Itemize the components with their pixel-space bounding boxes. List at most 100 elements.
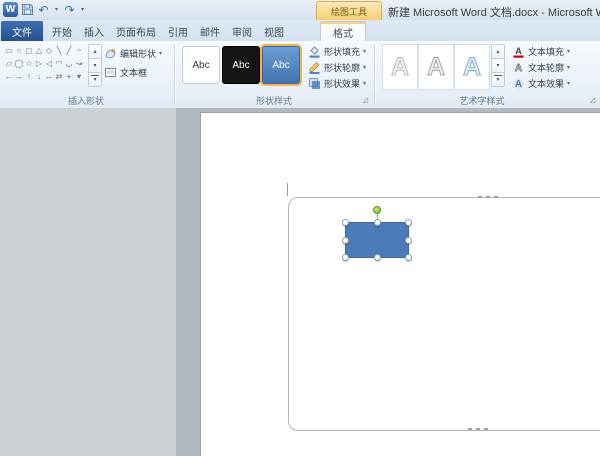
tab-references[interactable]: 引用 [162,21,194,41]
shape-outline-label: 形状轮廓 [324,61,360,74]
group-label-wordart-styles: 艺术字样式 [376,95,588,107]
tab-review[interactable]: 审阅 [226,21,258,41]
shape-icon[interactable]: ◡ [64,57,74,70]
selected-rectangle-shape[interactable] [345,222,409,258]
document-background-left [0,108,176,456]
shape-icon[interactable]: ← [4,70,14,83]
shape-icon[interactable]: ☆ [24,57,34,70]
shape-style-preset-3-selected[interactable]: Abc [262,46,300,84]
shape-style-preset-1[interactable]: Abc [182,46,220,84]
shape-icon[interactable]: → [14,70,24,83]
tab-view[interactable]: 视图 [258,21,290,41]
shape-outline-button[interactable]: 形状轮廓 ▾ [306,60,368,75]
text-fill-label: 文本填充 [528,45,564,58]
shape-icon[interactable]: ▾ [74,70,84,83]
dropdown-arrow-icon: ▾ [363,80,366,87]
shape-icon[interactable]: ▷ [34,57,44,70]
shape-icon[interactable]: ╱ [64,44,74,57]
shape-icon[interactable]: ◯ [14,57,24,70]
gallery-up-button[interactable]: ▴ [88,44,102,59]
gallery-more-button[interactable]: ▾ [88,73,102,87]
ribbon-tab-row: 文件 开始插入页面布局引用邮件审阅视图 格式 [0,20,600,41]
gallery-more-button[interactable]: ▾ [491,73,505,87]
resize-handle-top-center[interactable] [374,219,381,226]
gallery-up-button[interactable]: ▴ [491,44,505,59]
shape-fill-icon [308,45,321,58]
tab-format-active[interactable]: 格式 [320,21,366,42]
ribbon-tabs: 开始插入页面布局引用邮件审阅视图 [46,21,290,41]
shape-icon[interactable]: ╲ [54,44,64,57]
shape-icon[interactable]: ▱ [4,57,14,70]
rotation-handle[interactable] [373,206,381,214]
shape-styles-dialog-launcher-icon[interactable]: ◿ [361,96,370,105]
text-fill-icon: A [512,45,525,58]
word-logo-icon[interactable]: W [3,2,18,17]
text-outline-icon: A [512,61,525,74]
shape-fill-label: 形状填充 [324,45,360,58]
undo-button[interactable]: ↶ [37,2,50,17]
shape-style-preset-2[interactable]: Abc [222,46,260,84]
save-button[interactable] [21,2,34,17]
shape-icon[interactable]: ○ [14,44,24,57]
text-fill-button[interactable]: A 文本填充 ▾ [510,44,572,59]
group-label-shape-styles: 形状样式 [176,95,372,107]
text-box-button[interactable]: 文本框 [102,65,149,80]
resize-handle-middle-left[interactable] [342,237,349,244]
dropdown-arrow-icon: ▾ [567,48,570,55]
save-icon [21,3,34,16]
gallery-down-button[interactable]: ▾ [88,59,102,73]
resize-handle-bottom-left[interactable] [342,254,349,261]
resize-handle-top-right[interactable] [405,219,412,226]
shape-gallery-grid: ▭○◻△◇╲╱~ ▱◯☆▷◁◠◡↝ ←→↑↓↔⇄+▾ [4,44,84,83]
tab-insert[interactable]: 插入 [78,21,110,41]
group-divider [174,44,175,105]
resize-handle-top-left[interactable] [342,219,349,226]
text-effects-icon: A [512,77,525,90]
tab-page-layout[interactable]: 页面布局 [110,21,162,41]
shape-icon[interactable]: ▭ [4,44,14,57]
tab-file[interactable]: 文件 [1,21,43,41]
text-outline-button[interactable]: A 文本轮廓 ▾ [510,60,572,75]
shape-icon[interactable]: ↓ [34,70,44,83]
wordart-preset-3[interactable]: A [454,44,490,90]
tab-home[interactable]: 开始 [46,21,78,41]
quick-access-toolbar: W ↶ ▾ ↷ ▾ [3,2,86,17]
shape-icon[interactable]: ◇ [44,44,54,57]
shape-outline-icon [308,61,321,74]
shape-icon[interactable]: ~ [74,44,84,57]
tab-mailings[interactable]: 邮件 [194,21,226,41]
resize-handle-bottom-right[interactable] [405,254,412,261]
redo-button[interactable]: ↷ [63,2,76,17]
resize-handle-bottom-center[interactable] [374,254,381,261]
group-label-insert-shapes: 插入形状 [0,95,172,107]
shape-fill-button[interactable]: 形状填充 ▾ [306,44,368,59]
word-window: W ↶ ▾ ↷ ▾ 绘图工具 新建 Microsoft Word 文档.docx… [0,0,600,456]
shape-icon[interactable]: ⇄ [54,70,64,83]
qat-customize-button[interactable]: ▾ [79,2,86,17]
group-divider [374,44,375,105]
shape-icon[interactable]: ↝ [74,57,84,70]
resize-handle-middle-right[interactable] [405,237,412,244]
edit-shape-button[interactable]: 编辑形状 ▾ [102,46,164,61]
ribbon: ▭○◻△◇╲╱~▱◯☆▷◁◠◡↝←→↑↓↔⇄+▾ ▴ ▾ ▾ 编辑形状 ▾ 文本… [0,41,600,109]
drawing-canvas[interactable] [288,197,600,431]
gallery-down-button[interactable]: ▾ [491,59,505,73]
shape-icon[interactable]: ◁ [44,57,54,70]
wordart-preset-2[interactable]: A [418,44,454,90]
shape-effects-icon [308,77,321,90]
shape-icon[interactable]: ↔ [44,70,54,83]
dropdown-arrow-icon: ▾ [567,80,570,87]
canvas-handle-bottom[interactable] [468,428,492,430]
wordart-dialog-launcher-icon[interactable]: ◿ [588,96,597,105]
wordart-preset-1[interactable]: A [382,44,418,90]
canvas-handle-top[interactable] [478,196,502,198]
shape-icon[interactable]: ◻ [24,44,34,57]
shape-icon[interactable]: + [64,70,74,83]
shape-gallery-scroll: ▴ ▾ ▾ [88,44,102,87]
shape-icon[interactable]: ↑ [24,70,34,83]
text-effects-button[interactable]: A 文本效果 ▾ [510,76,572,91]
shape-icon[interactable]: ◠ [54,57,64,70]
shape-effects-button[interactable]: 形状效果 ▾ [306,76,368,91]
undo-dropdown-icon[interactable]: ▾ [53,2,60,17]
shape-icon[interactable]: △ [34,44,44,57]
